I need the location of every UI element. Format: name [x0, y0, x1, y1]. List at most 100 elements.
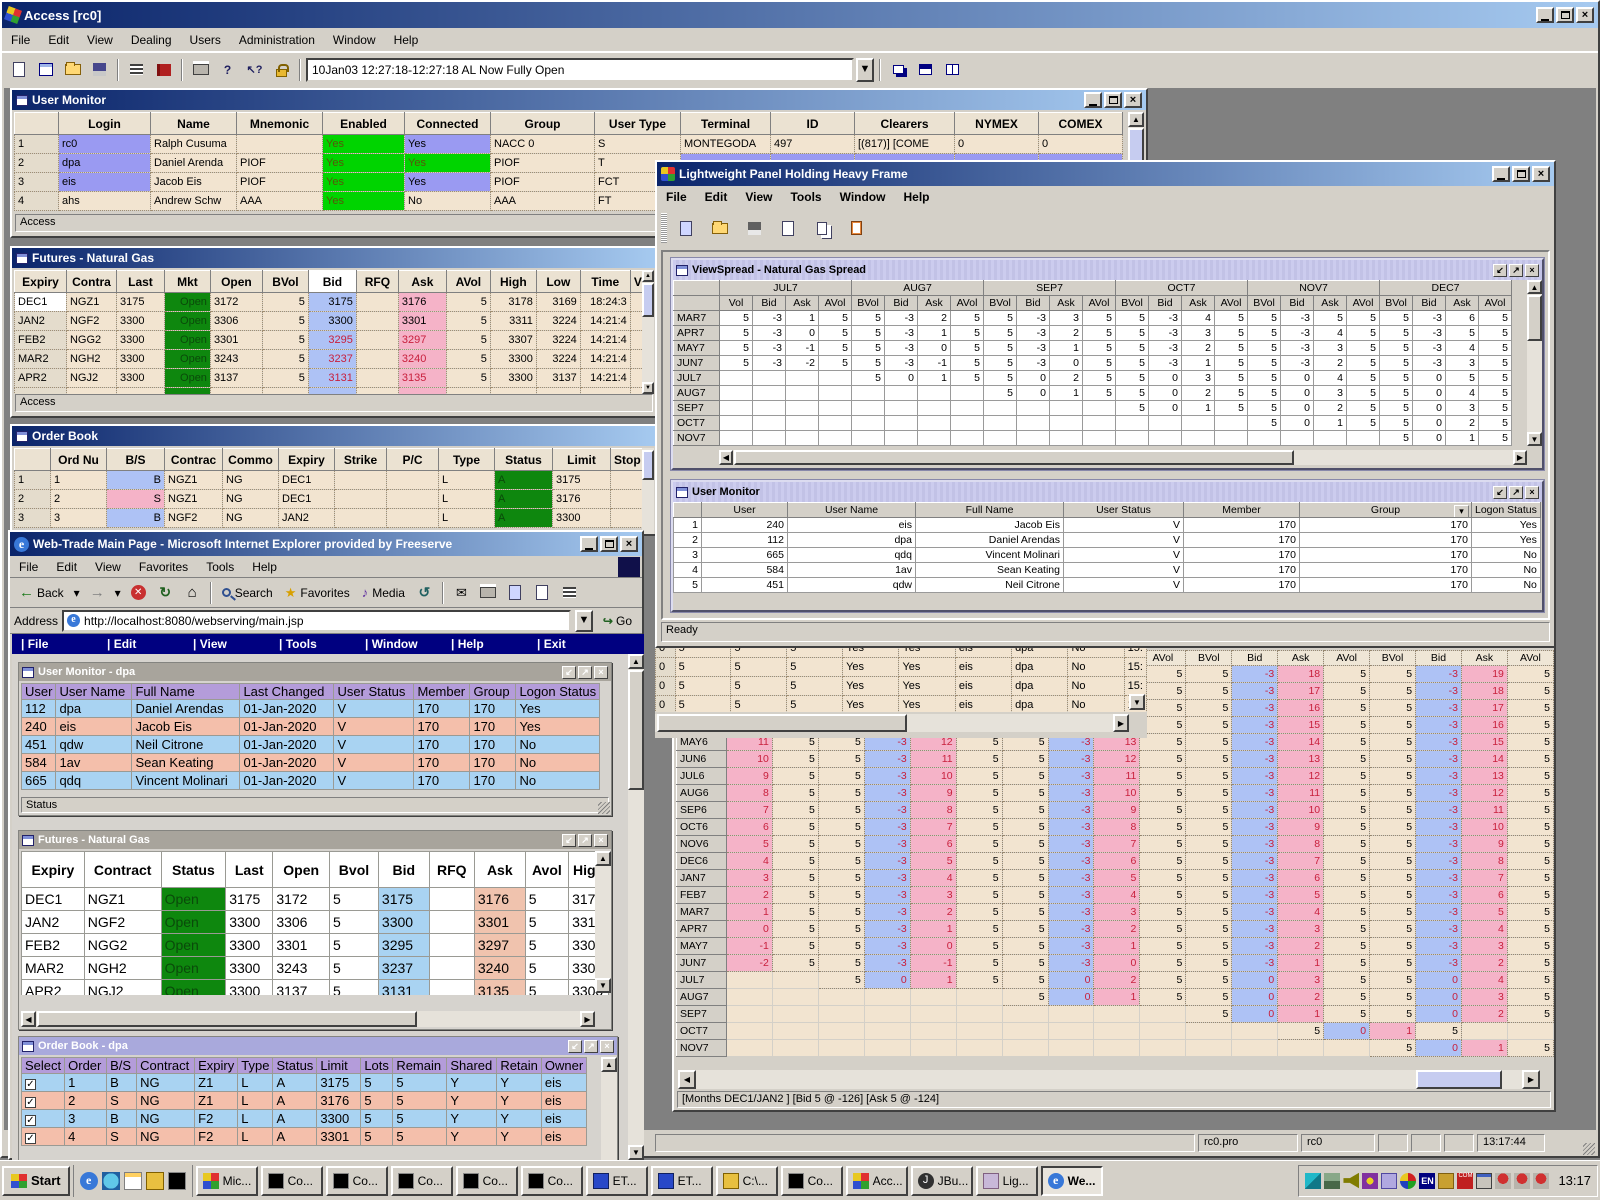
- table-row[interactable]: JUN75-3-255-3-155-3055-3155-3255-335: [674, 356, 1512, 371]
- column-header[interactable]: Full Name: [916, 503, 1064, 518]
- menu-item-help[interactable]: Help: [385, 30, 428, 50]
- refresh-button[interactable]: ↻: [153, 580, 178, 605]
- web-user-monitor-titlebar[interactable]: User Monitor - dpa ↙ ↗ ×: [19, 663, 611, 681]
- menu-item-favorites[interactable]: Favorites: [130, 557, 197, 577]
- column-header[interactable]: Group: [470, 684, 516, 700]
- scroll-up-button[interactable]: ▲: [595, 851, 611, 866]
- column-header[interactable]: Shared: [447, 1058, 497, 1074]
- taskbar-button-acc[interactable]: Acc...: [846, 1166, 908, 1196]
- row-label[interactable]: MAY7: [674, 341, 720, 356]
- save-button[interactable]: [87, 57, 112, 82]
- column-header[interactable]: Owner: [541, 1058, 586, 1074]
- start-button[interactable]: Start: [2, 1166, 70, 1196]
- column-header[interactable]: User Name: [788, 503, 916, 518]
- close-button[interactable]: ×: [620, 536, 638, 552]
- column-header[interactable]: Commo: [223, 449, 279, 471]
- taskbar-button-et[interactable]: ET...: [586, 1166, 648, 1196]
- column-header[interactable]: Last: [116, 271, 164, 293]
- column-header[interactable]: Low: [536, 271, 580, 293]
- trades-hscrollbar[interactable]: ▶: [655, 714, 1129, 732]
- frame-minimize-button[interactable]: ↙: [562, 666, 576, 679]
- row-label[interactable]: JAN7: [677, 870, 727, 887]
- row-checkbox[interactable]: ✓: [25, 1079, 36, 1090]
- column-header[interactable]: Limit: [553, 449, 611, 471]
- column-header[interactable]: [674, 281, 720, 296]
- column-header[interactable]: Ask: [1050, 296, 1083, 311]
- web-futures-hscrollbar[interactable]: ◀ ▶: [21, 1011, 595, 1027]
- row-label[interactable]: AUG7: [677, 989, 727, 1006]
- column-header[interactable]: Bid: [1149, 296, 1182, 311]
- row-label[interactable]: APR7: [677, 921, 727, 938]
- table-row[interactable]: 3665qdqVincent MolinariV170170No: [674, 548, 1541, 563]
- taskbar-button-co[interactable]: Co...: [326, 1166, 388, 1196]
- menu-item-help[interactable]: Help: [442, 634, 528, 654]
- menu-item-tools[interactable]: Tools: [270, 634, 356, 654]
- column-header[interactable]: NYMEX: [955, 113, 1039, 135]
- column-header[interactable]: Logon Status: [1472, 503, 1541, 518]
- column-header[interactable]: Expiry: [279, 449, 335, 471]
- row-checkbox[interactable]: ✓: [25, 1133, 36, 1144]
- column-header[interactable]: Terminal: [681, 113, 771, 135]
- column-header[interactable]: [674, 296, 720, 311]
- menu-item-help[interactable]: Help: [894, 187, 938, 207]
- column-header[interactable]: SEP7: [984, 281, 1116, 296]
- column-header[interactable]: Contra: [66, 271, 116, 293]
- vscroll-thumb[interactable]: [628, 670, 644, 790]
- frame-resize-grip[interactable]: [598, 802, 610, 814]
- menu-item-file[interactable]: File: [2, 30, 39, 50]
- minimize-button[interactable]: [1084, 92, 1102, 108]
- tray-network-icon[interactable]: [1324, 1173, 1340, 1189]
- menu-item-administration[interactable]: Administration: [230, 30, 324, 50]
- column-header[interactable]: Type: [238, 1058, 273, 1074]
- column-header[interactable]: Ask: [1314, 296, 1347, 311]
- table-row[interactable]: OCT6655-3755-3855-3955-3105: [677, 819, 1554, 836]
- taskbar-button-et[interactable]: ET...: [651, 1166, 713, 1196]
- web-order-book-titlebar[interactable]: Order Book - dpa ↙ ↗ ×: [19, 1037, 617, 1055]
- column-header[interactable]: Clearers: [855, 113, 955, 135]
- panel-new-button[interactable]: [671, 213, 701, 243]
- table-row[interactable]: 5451qdwNeil CitroneV170170No: [674, 578, 1541, 593]
- column-header[interactable]: COMEX: [1039, 113, 1123, 135]
- table-row[interactable]: 240eisJacob Eis01-Jan-2020V170170Yes: [22, 718, 600, 736]
- row-label[interactable]: NOV7: [677, 1040, 727, 1057]
- minimize-button[interactable]: [1536, 7, 1554, 23]
- hscroll-thumb[interactable]: [1416, 1070, 1502, 1089]
- print-button[interactable]: [188, 57, 213, 82]
- taskbar-button-we[interactable]: eWe...: [1041, 1166, 1103, 1196]
- row-label[interactable]: MAY7: [677, 938, 727, 955]
- table-row[interactable]: NOV6555-3655-3755-3855-395: [677, 836, 1554, 853]
- scroll-left-button[interactable]: ◀: [678, 1070, 696, 1089]
- column-header[interactable]: [15, 113, 59, 135]
- scroll-up-button[interactable]: ▲: [601, 1057, 617, 1072]
- quicklaunch-desktop-icon[interactable]: [102, 1172, 120, 1190]
- taskbar-button-co[interactable]: Co...: [521, 1166, 583, 1196]
- table-row[interactable]: SEP6755-3855-3955-31055-3115: [677, 802, 1554, 819]
- column-header[interactable]: Last Changed: [240, 684, 334, 700]
- table-row[interactable]: NOV75015: [677, 1040, 1554, 1057]
- frame-minimize-button[interactable]: ↙: [1493, 486, 1507, 499]
- access-titlebar[interactable]: Access [rc0] ×: [2, 2, 1598, 28]
- history-button[interactable]: ↺: [412, 580, 437, 605]
- menu-item-tools[interactable]: Tools: [197, 557, 243, 577]
- column-header[interactable]: BVol: [262, 271, 308, 293]
- column-header[interactable]: B/S: [107, 1058, 137, 1074]
- row-label[interactable]: JUN6: [677, 751, 727, 768]
- row-label[interactable]: SEP7: [674, 401, 720, 416]
- table-row[interactable]: MAY7-155-3055-3155-3255-335: [677, 938, 1554, 955]
- stop-button[interactable]: ✕: [126, 580, 151, 605]
- table-row[interactable]: AUG6855-3955-31055-31155-3125: [677, 785, 1554, 802]
- frame-minimize-button[interactable]: ↙: [562, 834, 576, 847]
- scroll-down-button[interactable]: ▼: [1129, 694, 1145, 710]
- column-header[interactable]: AVol: [1347, 296, 1380, 311]
- table-row[interactable]: APR2NGJ23300Open313753131313553300313714…: [15, 369, 646, 388]
- tray-agent3-icon[interactable]: [1533, 1173, 1549, 1189]
- column-header[interactable]: Ask: [1461, 651, 1507, 666]
- frame-close-button[interactable]: ×: [1525, 264, 1539, 277]
- maximize-button[interactable]: [600, 536, 618, 552]
- menu-item-file[interactable]: File: [12, 634, 98, 654]
- table-row[interactable]: APR2NGJ2Open3300313753131313553300: [22, 980, 609, 996]
- column-header[interactable]: Name: [151, 113, 237, 135]
- row-label[interactable]: NOV6: [677, 836, 727, 853]
- address-input[interactable]: e http://localhost:8080/webserving/main.…: [62, 610, 571, 632]
- column-header[interactable]: Ask: [398, 271, 446, 293]
